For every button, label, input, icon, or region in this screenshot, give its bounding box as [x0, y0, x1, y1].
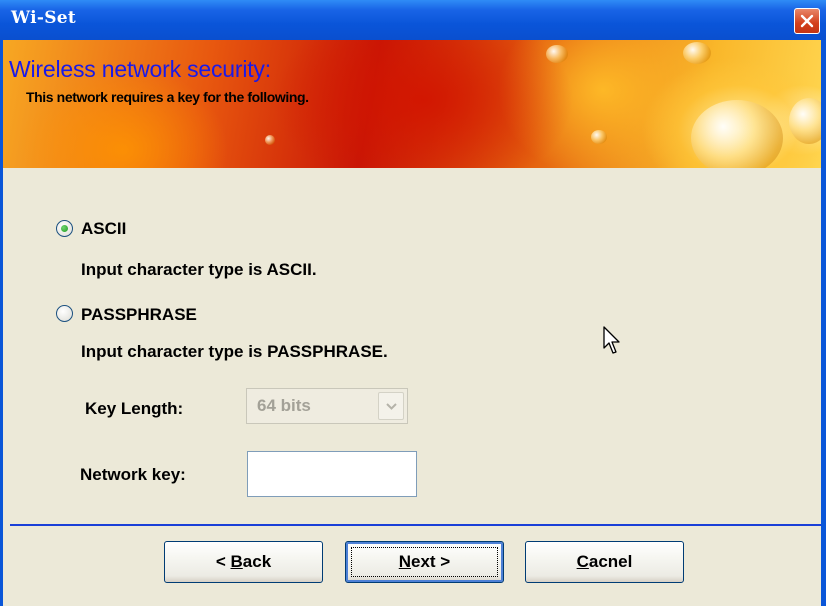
dialog-body: Wireless network security: This network …: [3, 40, 821, 606]
page-subtitle: This network requires a key for the foll…: [26, 89, 309, 105]
cancel-button-mnemonic: C: [576, 552, 589, 571]
water-drop-image: [691, 100, 783, 168]
title-bar[interactable]: Wi-Set: [0, 0, 826, 40]
next-button[interactable]: Next >: [345, 541, 504, 583]
ascii-description: Input character type is ASCII.: [81, 260, 317, 279]
header-banner: Wireless network security: This network …: [3, 40, 821, 168]
radio-passphrase-label[interactable]: PASSPHRASE: [81, 305, 197, 325]
cancel-button[interactable]: Cacnel: [525, 541, 684, 583]
separator-line: [10, 524, 821, 526]
dropdown-button[interactable]: [378, 392, 404, 420]
passphrase-description: Input character type is PASSPHRASE.: [81, 342, 388, 361]
chevron-down-icon: [386, 403, 397, 410]
water-drop-image: [265, 135, 275, 145]
mouse-pointer-icon: [603, 326, 620, 354]
window-title: Wi-Set: [11, 8, 77, 28]
focus-rect: [351, 547, 498, 577]
radio-passphrase[interactable]: [56, 305, 73, 322]
back-button-rest: ack: [242, 552, 272, 571]
network-key-label: Network key:: [80, 465, 186, 484]
radio-ascii-label[interactable]: ASCII: [81, 219, 126, 239]
key-length-value: 64 bits: [257, 396, 311, 415]
close-icon: [800, 14, 814, 28]
cancel-button-rest: acnel: [588, 552, 633, 571]
dialog-window: Wi-Set Wireless network security: This n…: [0, 0, 826, 606]
page-title: Wireless network security:: [9, 56, 271, 82]
water-drop-image: [683, 42, 711, 64]
water-drop-image: [789, 98, 821, 144]
back-button[interactable]: < Back: [164, 541, 323, 583]
key-length-select[interactable]: 64 bits: [246, 388, 408, 424]
water-drop-image: [546, 45, 568, 63]
radio-ascii[interactable]: [56, 220, 73, 237]
back-button-mnemonic: B: [230, 552, 243, 571]
back-button-prefix: <: [215, 552, 231, 571]
network-key-input[interactable]: [247, 451, 417, 497]
water-drop-image: [591, 130, 607, 144]
key-length-label: Key Length:: [85, 399, 184, 418]
close-button[interactable]: [794, 8, 820, 34]
